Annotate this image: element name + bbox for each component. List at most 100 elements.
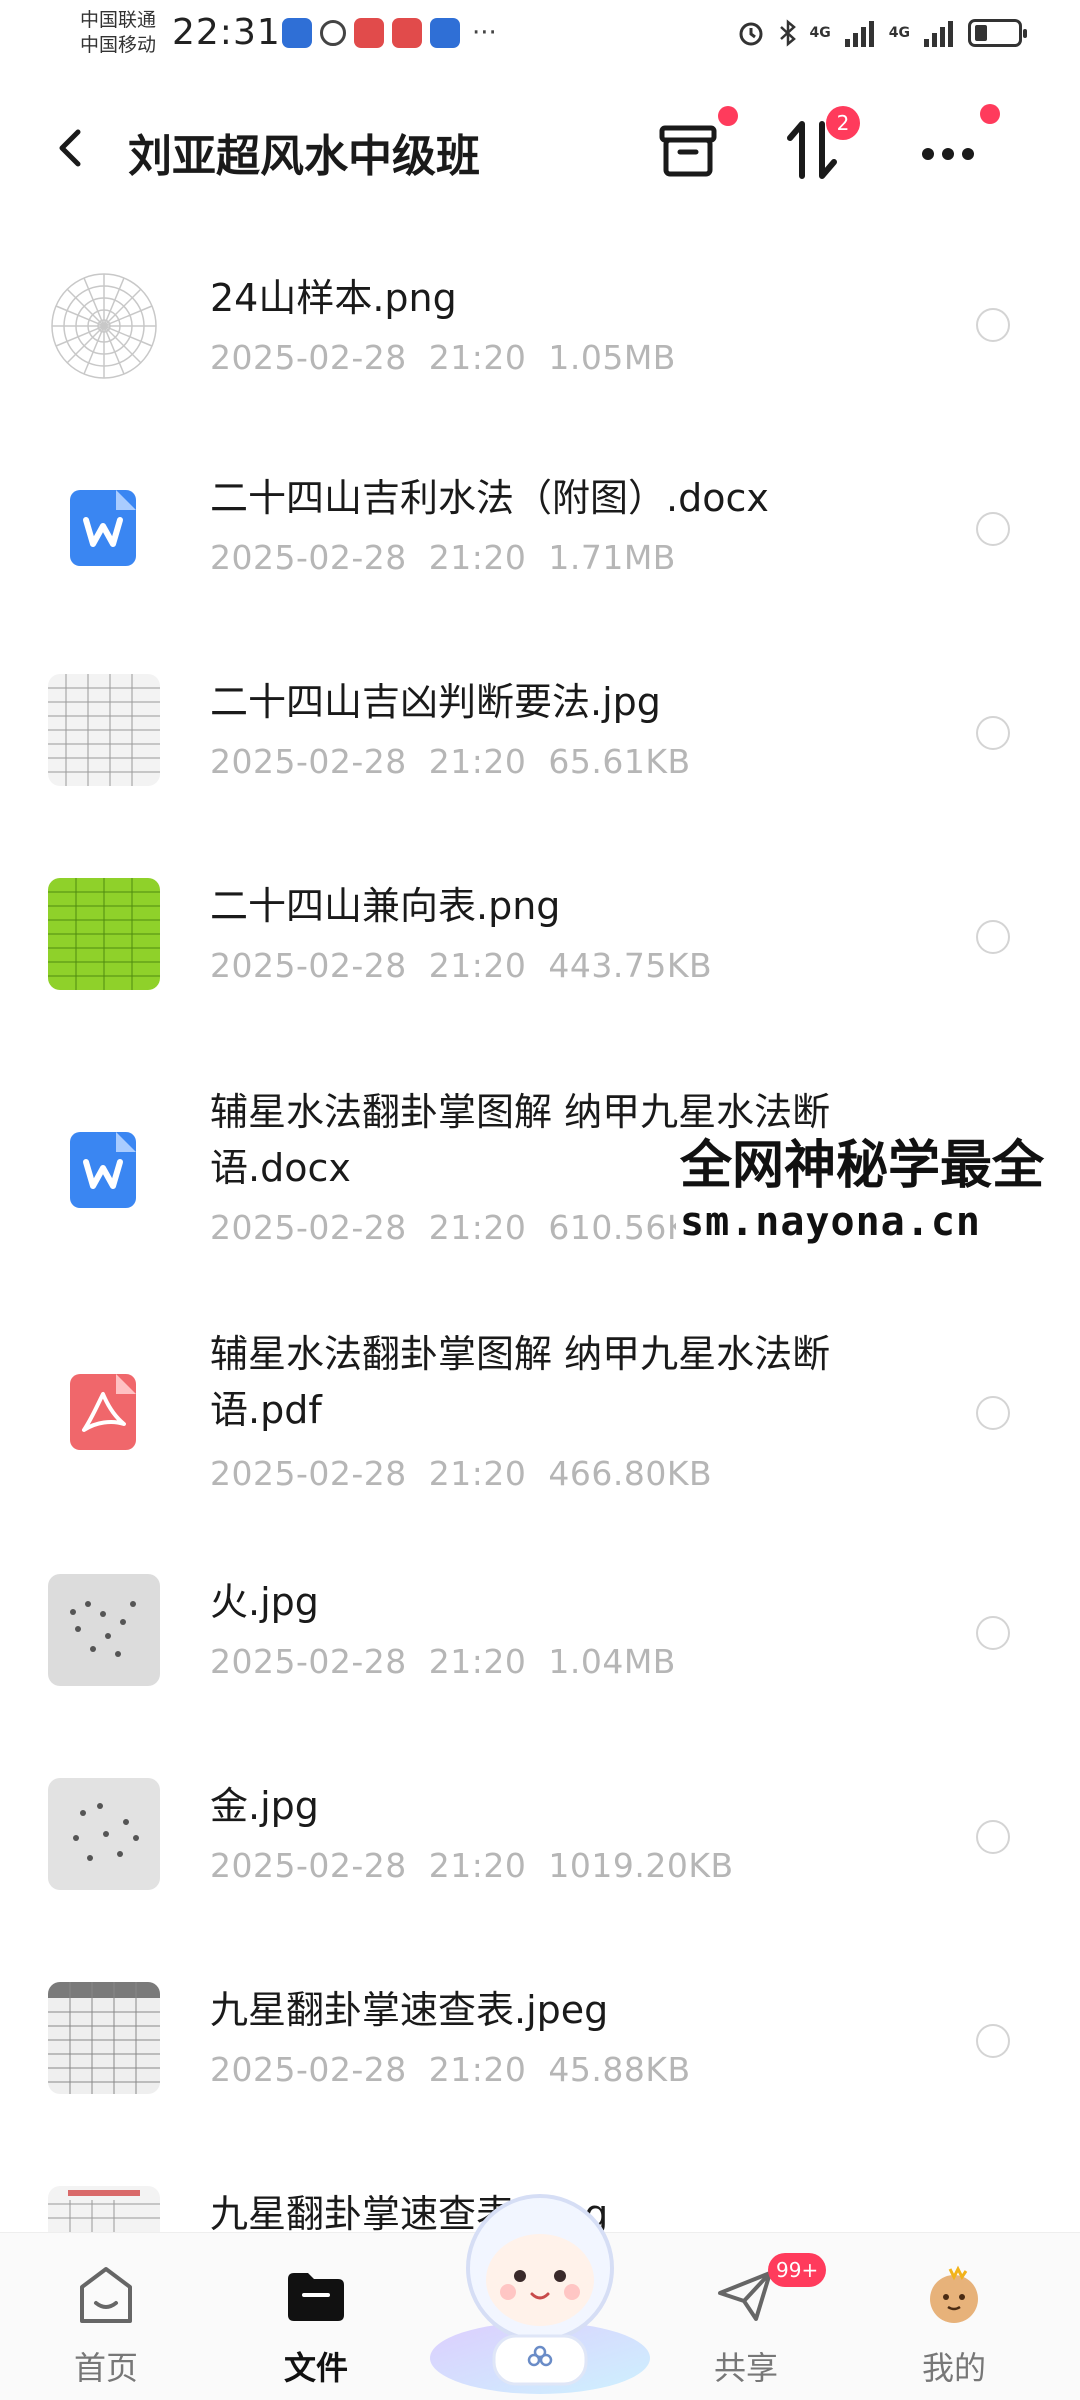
file-date: 2025-02-28 (210, 1454, 407, 1493)
table-thumbnail-icon (48, 1982, 160, 2094)
app-header: 刘亚超风水中级班 2 (0, 100, 1080, 200)
alarm-icon (739, 22, 763, 46)
file-row[interactable]: 九星翻卦掌速查表.jpeg 2025-02-28 21:20 45.88KB (0, 1960, 1080, 2164)
nav-home[interactable]: 首页 (36, 2263, 176, 2389)
file-name: 九星翻卦掌速查表.jpeg (210, 1988, 609, 2032)
select-radio[interactable] (976, 1396, 1010, 1430)
file-meta: 2025-02-28 21:20 65.61KB (210, 742, 691, 781)
file-row[interactable]: 二十四山吉利水法（附图）.docx 2025-02-28 21:20 1.71M… (0, 428, 1080, 632)
file-time: 21:20 (428, 742, 527, 781)
table-thumbnail-icon (48, 674, 160, 786)
file-date: 2025-02-28 (210, 946, 407, 985)
archive-button[interactable] (648, 106, 738, 190)
nav-share[interactable]: 99+ 共享 (676, 2253, 827, 2389)
sort-button[interactable]: 2 (772, 106, 860, 190)
file-name: 辅星水法翻卦掌图解 纳甲九星水法断语.pdf (210, 1332, 831, 1432)
file-row[interactable]: 二十四山吉凶判断要法.jpg 2025-02-28 21:20 65.61KB (0, 632, 1080, 836)
network-type-2: 4G (888, 25, 910, 41)
file-row[interactable]: 火.jpg 2025-02-28 21:20 1.04MB (0, 1552, 1080, 1756)
file-date: 2025-02-28 (210, 742, 407, 781)
notification-dot (718, 106, 738, 126)
pdf-document-icon (70, 1374, 136, 1450)
file-meta: 2025-02-28 21:20 45.88KB (210, 2050, 691, 2089)
word-document-icon (70, 1132, 136, 1208)
file-size: 1.71MB (548, 538, 676, 577)
file-meta: 2025-02-28 21:20 610.56KB (210, 1208, 712, 1247)
nav-mine-label: 我的 (921, 2349, 986, 2387)
file-meta: 2025-02-28 21:20 1.04MB (210, 1642, 676, 1681)
carrier-2: 中国移动 (80, 34, 157, 56)
notification-icons: ··· (282, 18, 497, 48)
file-row[interactable]: 金.jpg 2025-02-28 21:20 1019.20KB (0, 1756, 1080, 1960)
select-radio[interactable] (976, 1616, 1010, 1650)
file-name: 金.jpg (210, 1784, 319, 1828)
app-notification-icon (282, 18, 312, 48)
network-type-1: 4G (809, 25, 831, 41)
app-notification-icon (320, 20, 346, 46)
app-notification-icon (354, 18, 384, 48)
green-table-thumbnail-icon (48, 878, 160, 990)
file-size: 443.75KB (548, 946, 713, 985)
file-meta: 2025-02-28 21:20 1.05MB (210, 338, 676, 377)
select-radio[interactable] (976, 308, 1010, 342)
home-icon (80, 2267, 132, 2323)
table-thumbnail-icon (48, 2186, 160, 2232)
status-bar: 中国联通 中国移动 22:31 ··· 4G 4G (0, 0, 1080, 80)
compass-thumbnail-icon (48, 270, 160, 382)
file-date: 2025-02-28 (210, 2050, 407, 2089)
nav-files-label: 文件 (283, 2349, 348, 2387)
avatar-icon (930, 2265, 978, 2323)
nav-share-label: 共享 (713, 2349, 778, 2387)
file-time: 21:20 (428, 1846, 527, 1885)
battery-icon (968, 19, 1027, 47)
file-size: 1019.20KB (548, 1846, 734, 1885)
file-size: 466.80KB (548, 1454, 713, 1493)
file-name: 二十四山兼向表.png (210, 884, 561, 928)
nav-files[interactable]: 文件 (246, 2263, 386, 2389)
select-radio[interactable] (976, 716, 1010, 750)
select-radio[interactable] (976, 920, 1010, 954)
select-radio[interactable] (976, 512, 1010, 546)
select-radio[interactable] (976, 2024, 1010, 2058)
more-icon (922, 148, 974, 160)
file-meta: 2025-02-28 21:20 1019.20KB (210, 1846, 734, 1885)
carrier-info: 中国联通 中国移动 (80, 8, 156, 58)
file-meta: 2025-02-28 21:20 443.75KB (210, 946, 712, 985)
nav-mine[interactable]: 我的 (884, 2263, 1024, 2389)
file-meta: 2025-02-28 21:20 466.80KB (210, 1454, 712, 1493)
more-options-button[interactable] (908, 104, 1000, 190)
file-date: 2025-02-28 (210, 1642, 407, 1681)
system-icons: 4G 4G (736, 18, 1027, 48)
photo-thumbnail-icon (48, 1574, 160, 1686)
select-radio[interactable] (976, 1820, 1010, 1854)
file-name: 火.jpg (210, 1580, 319, 1624)
file-row[interactable]: 辅星水法翻卦掌图解 纳甲九星水法断语.pdf 2025-02-28 21:20 … (0, 1296, 1080, 1552)
more-notifications-icon: ··· (472, 18, 497, 48)
archive-icon (659, 125, 717, 177)
file-name: 二十四山吉利水法（附图）.docx (210, 476, 769, 520)
signal-icon (844, 21, 874, 47)
word-document-icon (70, 490, 136, 566)
file-time: 21:20 (428, 1208, 527, 1247)
file-date: 2025-02-28 (210, 538, 407, 577)
file-row[interactable]: 二十四山兼向表.png 2025-02-28 21:20 443.75KB (0, 836, 1080, 1040)
watermark-line-2: sm.nayona.cn (680, 1199, 981, 1245)
mascot-icon (430, 2194, 650, 2394)
file-date: 2025-02-28 (210, 1208, 407, 1247)
file-row[interactable]: 24山样本.png 2025-02-28 21:20 1.05MB (0, 228, 1080, 428)
signal-icon (924, 21, 953, 47)
assistant-mascot-button[interactable] (420, 2168, 660, 2400)
file-time: 21:20 (428, 338, 527, 377)
file-name: 24山样本.png (210, 276, 457, 320)
back-arrow-icon[interactable] (50, 118, 90, 178)
watermark: 全网神秘学最全 sm.nayona.cn (676, 1134, 1049, 1246)
file-time: 21:20 (428, 946, 527, 985)
clock: 22:31 (172, 12, 281, 53)
file-date: 2025-02-28 (210, 1846, 407, 1885)
file-time: 21:20 (428, 2050, 527, 2089)
notification-dot (980, 104, 1000, 124)
app-notification-icon (392, 18, 422, 48)
carrier-1: 中国联通 (80, 9, 157, 31)
share-badge: 99+ (768, 2253, 827, 2287)
photo-thumbnail-icon (48, 1778, 160, 1890)
